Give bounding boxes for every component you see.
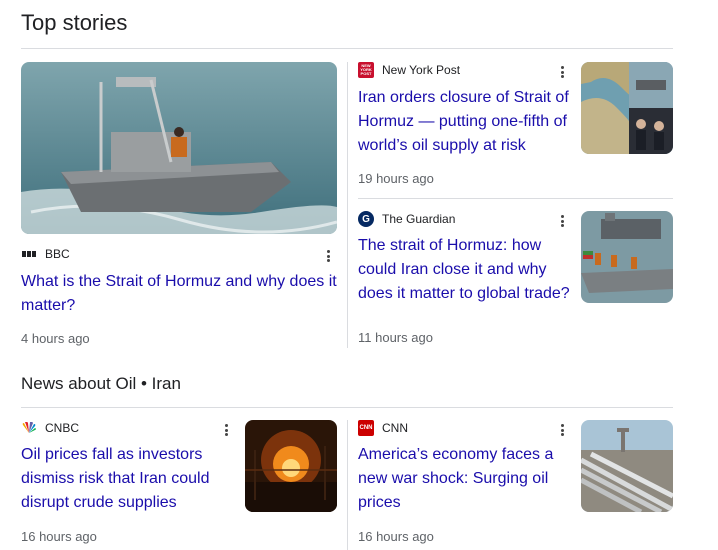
story-card-guardian[interactable]: G The Guardian The strait of Hormuz: how…	[358, 211, 673, 351]
story-source-nypost: New York Post	[382, 63, 461, 77]
story-time-guardian: 11 hours ago	[358, 330, 433, 345]
more-options-icon[interactable]	[556, 213, 568, 229]
story-time-cnbc: 16 hours ago	[21, 529, 97, 544]
cnn-logo-icon: CNN	[358, 420, 374, 436]
story-card-cnn[interactable]: CNN CNN America’s economy faces a new wa…	[358, 420, 673, 550]
story-time-bbc: 4 hours ago	[21, 331, 90, 346]
story-headline-cnbc[interactable]: Oil prices fall as investors dismiss ris…	[21, 443, 236, 515]
story-card-bbc[interactable]: BBC What is the Strait of Hormuz and why…	[21, 62, 337, 352]
story-time-cnn: 16 hours ago	[358, 529, 434, 544]
guardian-logo-icon: G	[358, 211, 374, 227]
news-about-title: News about Oil • Iran	[21, 374, 181, 393]
more-options-icon[interactable]	[556, 64, 568, 80]
story-image-cnbc[interactable]	[245, 420, 337, 512]
story-time-nypost: 19 hours ago	[358, 171, 434, 186]
story-headline-nypost[interactable]: Iran orders closure of Strait of Hormuz …	[358, 86, 573, 158]
bbc-logo-icon	[21, 246, 37, 262]
story-card-cnbc[interactable]: CNBC Oil prices fall as investors dismis…	[21, 420, 337, 550]
story-image-nypost[interactable]	[581, 62, 673, 154]
story-image-cnn[interactable]	[581, 420, 673, 512]
column-divider	[347, 420, 348, 550]
more-options-icon[interactable]	[556, 422, 568, 438]
nypost-logo-icon: NEW YORK POST	[358, 62, 374, 78]
story-source-bbc: BBC	[45, 247, 70, 261]
column-divider	[347, 62, 348, 348]
story-card-nypost[interactable]: NEW YORK POST New York Post Iran orders …	[358, 62, 673, 192]
story-divider	[358, 198, 673, 199]
story-image-bbc[interactable]	[21, 62, 337, 234]
story-source-guardian: The Guardian	[382, 212, 456, 226]
top-stories-title: Top stories	[21, 10, 128, 35]
more-options-icon[interactable]	[220, 422, 232, 438]
story-headline-cnn[interactable]: America’s economy faces a new war shock:…	[358, 443, 573, 515]
top-stories-divider	[21, 48, 673, 49]
story-headline-guardian[interactable]: The strait of Hormuz: how could Iran clo…	[358, 234, 578, 306]
story-image-guardian[interactable]	[581, 211, 673, 303]
story-source-cnn: CNN	[382, 421, 408, 435]
story-source-cnbc: CNBC	[45, 421, 80, 435]
news-about-divider	[21, 407, 673, 408]
more-options-icon[interactable]	[322, 248, 334, 264]
cnbc-logo-icon	[21, 420, 37, 436]
story-headline-bbc[interactable]: What is the Strait of Hormuz and why doe…	[21, 270, 337, 318]
